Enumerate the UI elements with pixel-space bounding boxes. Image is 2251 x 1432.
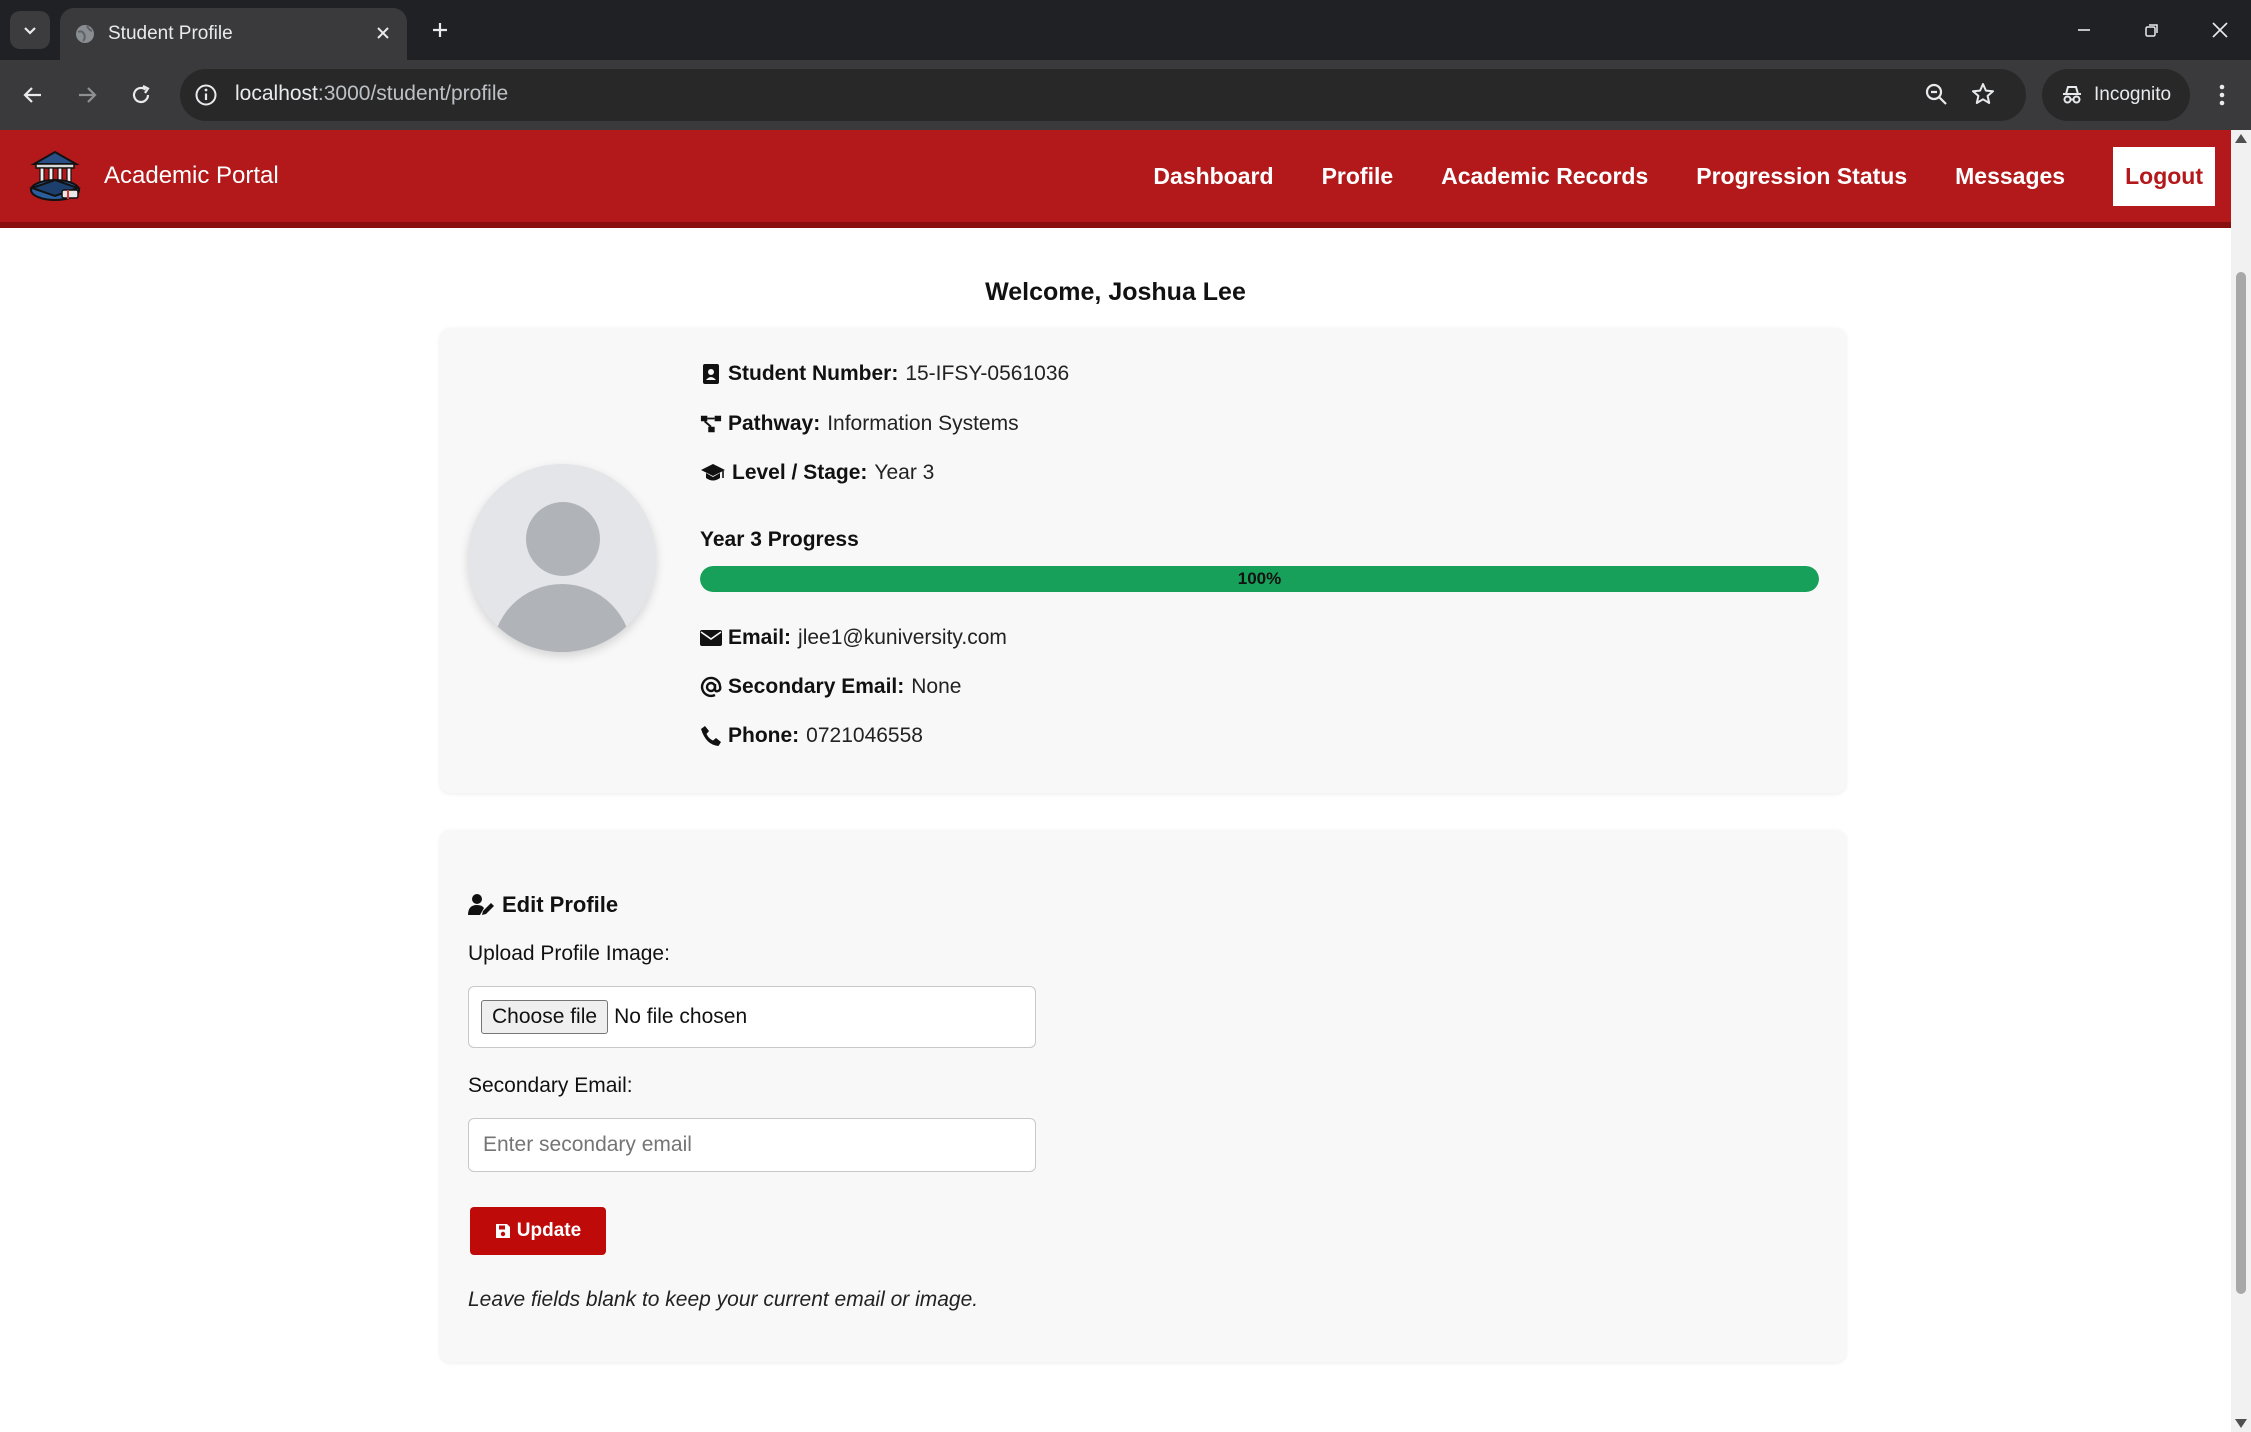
url-host: localhost: [235, 82, 318, 105]
globe-icon: [74, 23, 96, 50]
back-button[interactable]: [14, 76, 52, 114]
zoom-icon[interactable]: [1923, 81, 1949, 112]
page-title: Welcome, Joshua Lee: [985, 278, 1246, 306]
new-tab-button[interactable]: [424, 14, 456, 46]
url-path: :3000/student/profile: [317, 82, 509, 105]
scroll-up-arrow-icon[interactable]: [2235, 134, 2247, 143]
choose-file-button[interactable]: Choose file: [481, 1000, 609, 1034]
more-vertical-icon: [2219, 84, 2225, 106]
bookmark-star-icon[interactable]: [1970, 81, 1996, 112]
profile-image-file-input[interactable]: Choose file No file chosen: [468, 986, 1036, 1048]
close-icon: [2212, 22, 2228, 38]
brand-name: Academic Portal: [104, 162, 279, 189]
incognito-indicator[interactable]: Incognito: [2042, 69, 2190, 121]
pathway-label: Pathway:: [728, 412, 821, 435]
at-sign-icon: [700, 676, 722, 698]
student-number-value: 15-IFSY-0561036: [905, 362, 1070, 385]
page-scrollbar[interactable]: [2231, 130, 2251, 1432]
phone-row: Phone: 0721046558: [700, 724, 923, 748]
arrow-right-icon: [79, 87, 97, 103]
edit-hint: Leave fields blank to keep your current …: [468, 1288, 979, 1311]
browser-menu-button[interactable]: [2206, 76, 2238, 114]
academic-building-logo-icon: [28, 150, 82, 201]
secondary-email-label: Secondary Email:: [728, 675, 905, 698]
update-button-label: Update: [516, 1220, 582, 1241]
browser-tab-strip: Student Profile: [0, 0, 2251, 60]
edit-profile-card: Edit Profile Upload Profile Image: Choos…: [440, 830, 1846, 1362]
secondary-email-field-label: Secondary Email:: [468, 1074, 633, 1097]
pathway-row: Pathway: Information Systems: [700, 412, 1019, 436]
profile-card: Student Number: 15-IFSY-0561036 Pathway:…: [440, 328, 1846, 793]
reload-button[interactable]: [122, 76, 160, 114]
secondary-email-value: None: [911, 675, 962, 698]
tab-search-button[interactable]: [10, 11, 50, 49]
plus-icon: [433, 23, 447, 37]
chevron-down-icon: [24, 27, 36, 35]
incognito-icon: [2063, 86, 2081, 104]
address-bar[interactable]: localhost:3000/student/profile: [180, 69, 2026, 121]
restore-icon: [2145, 24, 2158, 37]
student-number-row: Student Number: 15-IFSY-0561036: [700, 362, 1069, 386]
level-value: Year 3: [874, 461, 935, 484]
envelope-icon: [700, 627, 722, 649]
student-number-label: Student Number:: [728, 362, 899, 385]
restore-button[interactable]: [2124, 12, 2180, 48]
page-viewport: Academic Portal Dashboard Profile Academ…: [0, 130, 2251, 1432]
minimize-button[interactable]: [2056, 12, 2112, 48]
logout-button[interactable]: Logout: [2113, 147, 2215, 206]
progress-bar-fill: 100%: [700, 566, 1819, 592]
save-icon: [495, 1224, 510, 1238]
graduation-cap-icon: [700, 462, 726, 484]
browser-tab[interactable]: Student Profile: [60, 8, 407, 60]
incognito-label: Incognito: [2094, 84, 2172, 105]
app-navbar: Academic Portal Dashboard Profile Academ…: [0, 130, 2231, 228]
id-badge-icon: [700, 363, 722, 385]
tab-title: Student Profile: [108, 23, 233, 44]
phone-label: Phone:: [728, 724, 800, 747]
reload-icon: [132, 85, 150, 104]
forward-button[interactable]: [68, 76, 106, 114]
close-window-button[interactable]: [2192, 12, 2248, 48]
browser-toolbar: localhost:3000/student/profile Incognito: [0, 60, 2251, 130]
scrollbar-thumb[interactable]: [2236, 272, 2246, 1294]
pathway-value: Information Systems: [827, 412, 1019, 435]
email-row: Email: jlee1@kuniversity.com: [700, 626, 1007, 650]
upload-label: Upload Profile Image:: [468, 942, 670, 965]
edit-profile-heading: Edit Profile: [468, 892, 618, 918]
nav-messages[interactable]: Messages: [1955, 163, 2065, 190]
minimize-icon: [2078, 29, 2090, 31]
nav-dashboard[interactable]: Dashboard: [1153, 163, 1273, 190]
user-edit-icon: [468, 894, 494, 915]
progress-title: Year 3 Progress: [700, 528, 859, 551]
level-row: Level / Stage: Year 3: [700, 461, 934, 485]
url-text: localhost:3000/student/profile: [235, 82, 508, 106]
scroll-down-arrow-icon[interactable]: [2235, 1419, 2247, 1428]
phone-value: 0721046558: [806, 724, 923, 747]
email-value: jlee1@kuniversity.com: [798, 626, 1007, 649]
nav-progression-status[interactable]: Progression Status: [1696, 163, 1907, 190]
arrow-left-icon: [23, 87, 41, 103]
phone-icon: [700, 725, 722, 747]
progress-bar: 100%: [700, 566, 1819, 592]
avatar: [468, 464, 656, 652]
email-label: Email:: [728, 626, 792, 649]
close-tab-icon[interactable]: [370, 20, 396, 46]
nav-academic-records[interactable]: Academic Records: [1441, 163, 1648, 190]
edit-profile-title: Edit Profile: [502, 892, 619, 917]
site-info-icon[interactable]: [194, 83, 218, 112]
brand[interactable]: Academic Portal: [28, 150, 279, 202]
avatar-body: [492, 584, 632, 652]
avatar-head: [526, 502, 600, 576]
level-label: Level / Stage:: [732, 461, 868, 484]
file-status-text: No file chosen: [614, 1005, 748, 1028]
secondary-email-input[interactable]: [468, 1118, 1036, 1172]
nav-profile[interactable]: Profile: [1322, 163, 1394, 190]
sitemap-icon: [700, 413, 722, 435]
nav-links: Dashboard Profile Academic Records Progr…: [1153, 147, 2215, 206]
update-button[interactable]: Update: [470, 1207, 606, 1255]
secondary-email-row: Secondary Email: None: [700, 675, 961, 699]
progress-text: 100%: [1237, 569, 1282, 588]
